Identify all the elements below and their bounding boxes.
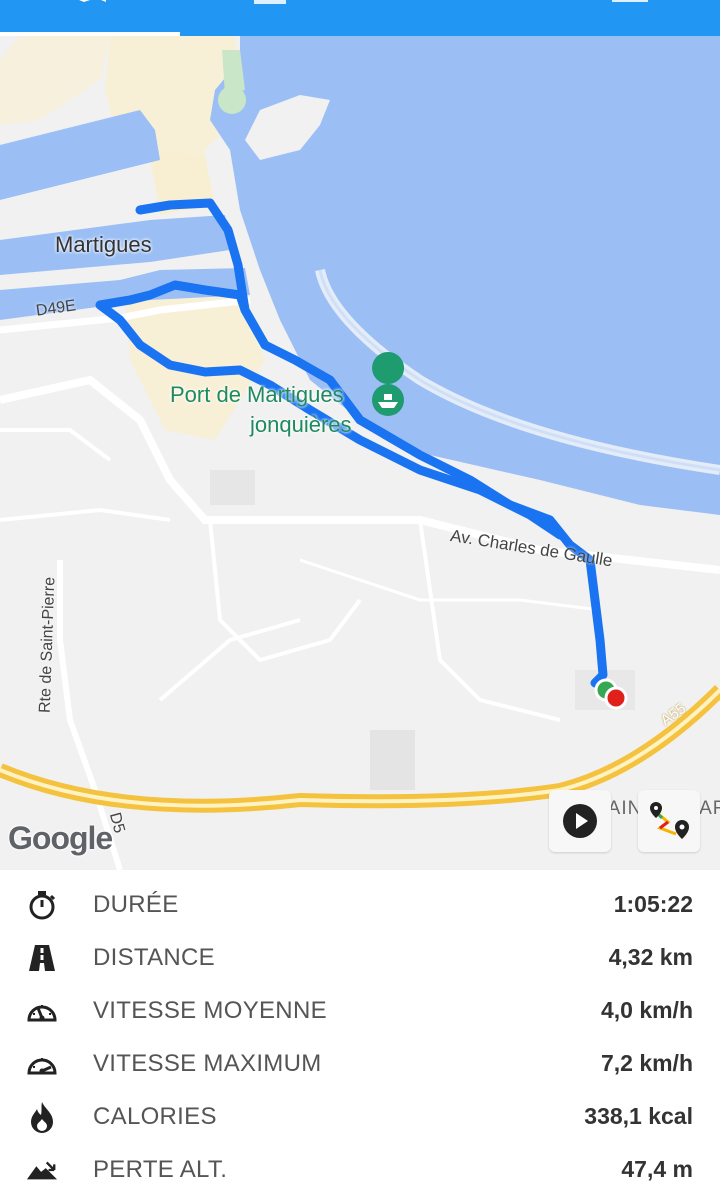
stat-row-calories: CALORIES 338,1 kcal <box>0 1090 720 1143</box>
map-view[interactable]: Martigues D49E Port de Martigues jonquiè… <box>0 36 720 870</box>
stat-label: PERTE ALT. <box>93 1155 228 1183</box>
list-icon <box>254 0 286 4</box>
stopwatch-icon <box>26 889 58 921</box>
replay-button[interactable] <box>549 790 611 852</box>
route-icon <box>650 802 689 839</box>
stat-label: CALORIES <box>93 1102 217 1130</box>
map-label-port-line1: Port de Martigues <box>170 382 344 407</box>
tab-chart[interactable] <box>360 0 540 36</box>
map-label-port-line2: jonquières <box>250 412 352 437</box>
stat-value: 7,2 km/h <box>600 1050 693 1076</box>
play-icon <box>563 804 597 838</box>
tab-photo[interactable] <box>540 0 720 36</box>
route-view-button[interactable] <box>638 790 700 852</box>
stat-row-distance: DISTANCE 4,32 km <box>0 931 720 984</box>
speedometer-max-icon <box>26 1048 58 1080</box>
stat-label: VITESSE MOYENNE <box>93 996 327 1024</box>
mountain-descent-icon <box>26 1154 58 1186</box>
stat-row-avg-speed: VITESSE MOYENNE 4,0 km/h <box>0 984 720 1037</box>
tab-map[interactable] <box>0 0 180 36</box>
stat-value: 4,0 km/h <box>600 997 693 1023</box>
stat-label: VITESSE MAXIMUM <box>93 1049 322 1077</box>
google-logo: Google <box>8 820 113 856</box>
flame-icon <box>26 1101 58 1133</box>
stat-row-elevation-loss: PERTE ALT. 47,4 m <box>0 1143 720 1196</box>
map-canvas <box>0 36 720 870</box>
stat-label: DURÉE <box>93 890 179 918</box>
stat-label: DISTANCE <box>93 943 215 971</box>
stat-value: 47,4 m <box>621 1156 693 1182</box>
stat-row-max-speed: VITESSE MAXIMUM 7,2 km/h <box>0 1037 720 1090</box>
stat-value: 4,32 km <box>608 944 693 970</box>
map-icon <box>79 0 106 2</box>
stat-value: 338,1 kcal <box>584 1103 693 1129</box>
stats-list: DURÉE 1:05:22 DISTANCE 4,32 km VITESSE M… <box>0 870 720 1200</box>
map-label-martigues: Martigues <box>55 232 152 257</box>
chart-icon <box>434 0 466 8</box>
tab-bar <box>0 0 720 36</box>
photo-icon <box>612 0 648 2</box>
road-icon <box>26 942 58 974</box>
stat-value: 1:05:22 <box>613 891 693 917</box>
tab-list[interactable] <box>180 0 360 36</box>
speedometer-icon <box>26 995 58 1027</box>
stat-row-duration: DURÉE 1:05:22 <box>0 878 720 931</box>
